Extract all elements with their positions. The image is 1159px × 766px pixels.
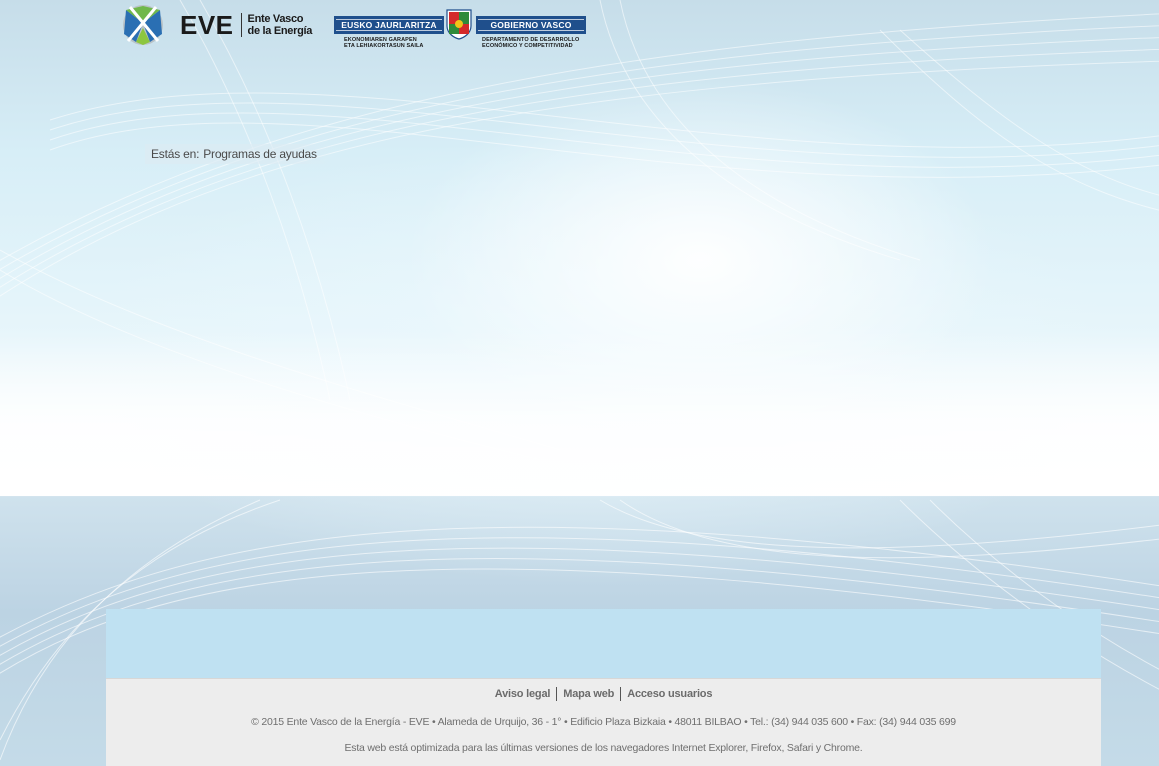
footer: Aviso legal Mapa web Acceso usuarios © 2… — [106, 678, 1101, 766]
footer-banner — [106, 609, 1101, 678]
footer-address: © 2015 Ente Vasco de la Energía - EVE • … — [251, 716, 956, 728]
footer-browser-note: Esta web está optimizada para las última… — [344, 742, 863, 754]
footer-links: Aviso legal Mapa web Acceso usuarios — [106, 687, 1101, 701]
eve-subtitle-line2: de la Energía — [247, 25, 313, 37]
site-header: EVE Ente Vasco de la Energía — [120, 2, 312, 48]
gv-right-department: DEPARTAMENTO DE DESARROLLO ECONÓMICO Y C… — [482, 37, 579, 49]
mapa-web-link[interactable]: Mapa web — [563, 688, 614, 700]
content-band — [0, 330, 1159, 496]
gv-left-department-line2: ETA LEHIAKORTASUN SAILA — [344, 43, 424, 49]
gv-right-bar: GOBIERNO VASCO — [476, 16, 586, 34]
footer-link-separator — [620, 687, 622, 701]
eve-wordmark: EVE — [180, 9, 234, 40]
breadcrumb-current[interactable]: Programas de ayudas — [203, 147, 317, 161]
footer-link-separator — [556, 687, 558, 701]
aviso-legal-link[interactable]: Aviso legal — [495, 688, 551, 700]
logo-divider — [240, 13, 242, 37]
acceso-usuarios-link[interactable]: Acceso usuarios — [627, 688, 712, 700]
gv-left-bar: EUSKO JAURLARITZA — [334, 16, 444, 34]
breadcrumb: Estás en: Programas de ayudas — [145, 144, 335, 164]
eve-logo-icon[interactable] — [120, 4, 166, 46]
breadcrumb-prefix: Estás en: — [151, 147, 200, 161]
gv-left-department: EKONOMIAREN GARAPEN ETA LEHIAKORTASUN SA… — [344, 37, 424, 49]
gv-right-department-line2: ECONÓMICO Y COMPETITIVIDAD — [482, 43, 573, 49]
gobierno-vasco-logo[interactable]: EUSKO JAURLARITZA GOBIERNO VASCO EKONOMI… — [334, 8, 586, 50]
eve-subtitle: Ente Vasco de la Energía — [248, 13, 313, 37]
eve-subtitle-line1: Ente Vasco — [247, 13, 304, 25]
coat-of-arms-icon — [445, 8, 473, 40]
